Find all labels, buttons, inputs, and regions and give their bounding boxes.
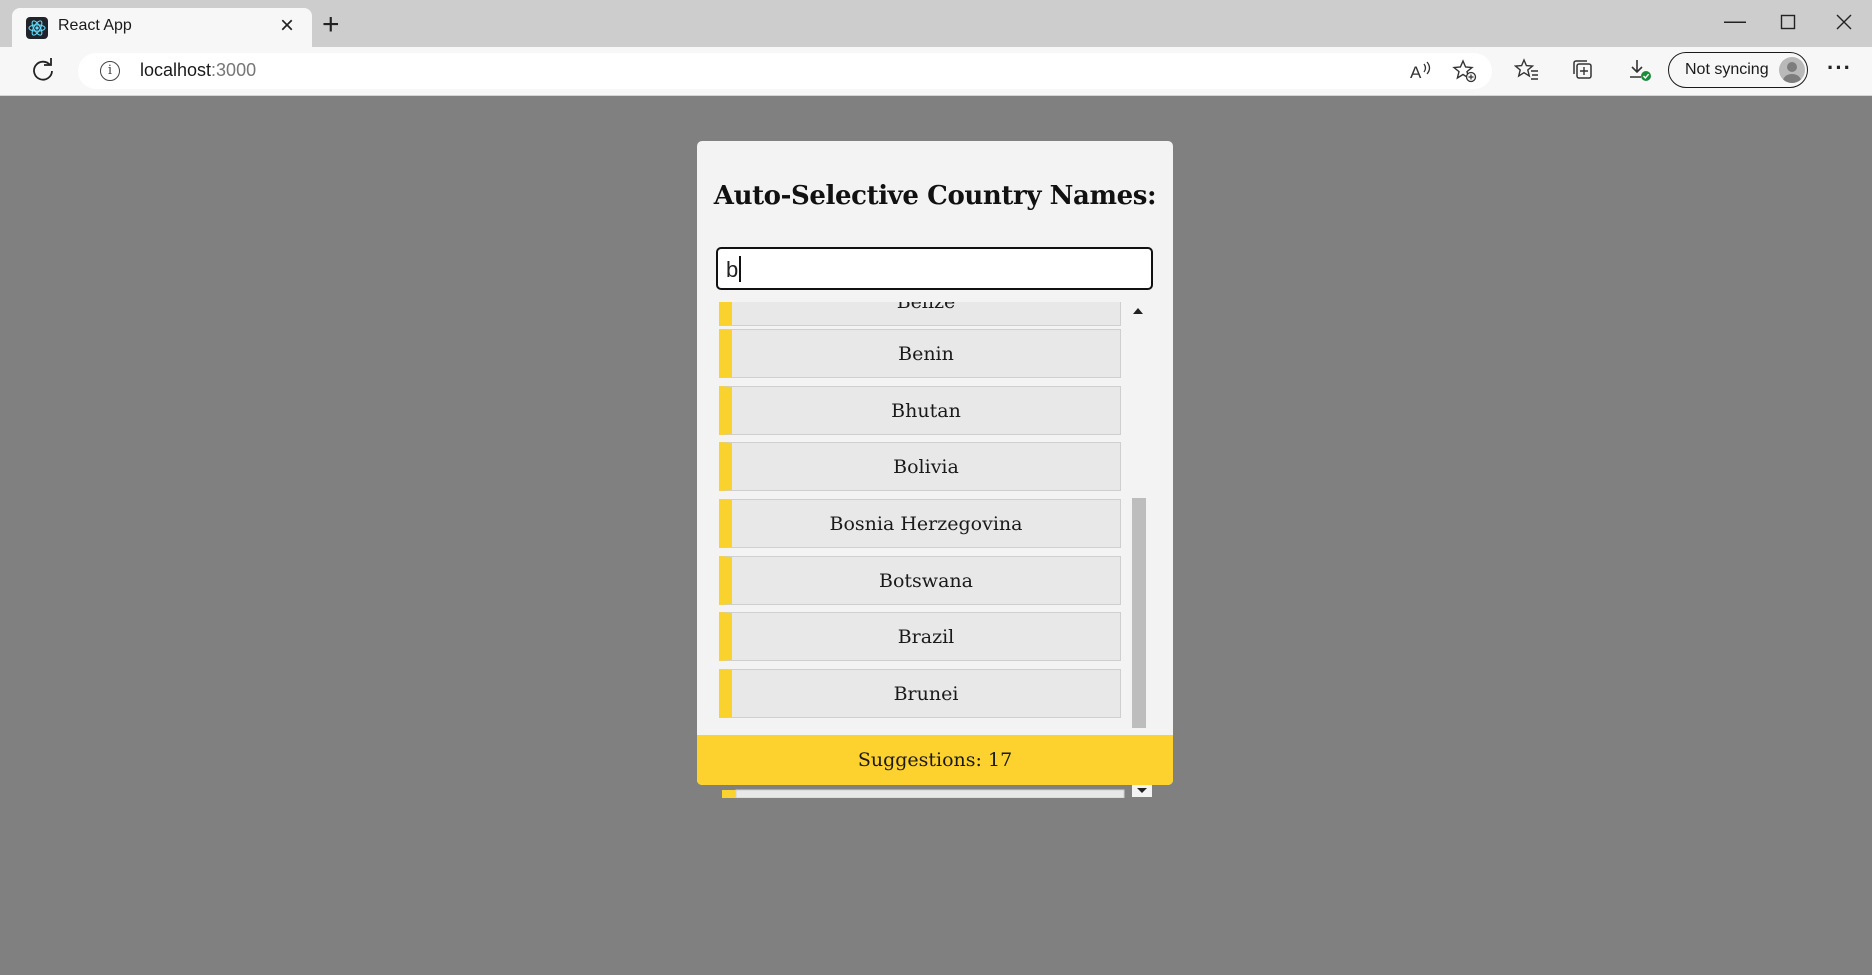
text-caret xyxy=(739,256,741,282)
suggestion-item[interactable]: Belize xyxy=(719,302,1121,326)
autocomplete-card: Auto-Selective Country Names: b Belize B… xyxy=(697,141,1173,785)
list-scrollbar[interactable] xyxy=(1129,302,1147,733)
browser-tab[interactable]: React App × xyxy=(12,8,312,47)
tab-title: React App xyxy=(58,17,132,34)
read-aloud-icon[interactable]: A xyxy=(1408,58,1434,84)
svg-text:A: A xyxy=(1410,63,1422,82)
maximize-icon[interactable] xyxy=(1780,6,1796,38)
close-window-icon[interactable] xyxy=(1836,6,1852,38)
page-title: Auto-Selective Country Names: xyxy=(713,181,1157,211)
favorites-icon[interactable] xyxy=(1514,57,1540,83)
suggestion-item[interactable]: Brunei xyxy=(719,669,1121,718)
suggestion-item[interactable]: Bhutan xyxy=(719,386,1121,435)
reload-icon[interactable] xyxy=(30,57,56,83)
suggestion-count-bar: Suggestions: 17 xyxy=(697,735,1173,785)
tab-strip: React App × + — xyxy=(0,0,1872,47)
add-favorite-icon[interactable] xyxy=(1452,58,1478,84)
list-overflow-peek xyxy=(722,789,1125,798)
react-logo-icon xyxy=(26,17,48,39)
suggestion-list[interactable]: Belize Benin Bhutan Bolivia Bosnia Herze… xyxy=(717,302,1155,733)
browser-toolbar: i localhost:3000 A Not syncing ··· xyxy=(0,47,1872,96)
suggestion-item[interactable]: Benin xyxy=(719,329,1121,378)
scroll-down-icon[interactable] xyxy=(1132,785,1152,797)
url-text[interactable]: localhost:3000 xyxy=(140,60,256,81)
scroll-up-icon[interactable] xyxy=(1133,308,1143,314)
more-options-icon[interactable]: ··· xyxy=(1827,55,1852,81)
suggestion-item[interactable]: Bolivia xyxy=(719,442,1121,491)
address-bar[interactable]: i localhost:3000 A xyxy=(78,53,1492,89)
avatar-icon xyxy=(1779,57,1805,83)
suggestion-item[interactable]: Brazil xyxy=(719,612,1121,661)
minimize-icon[interactable]: — xyxy=(1724,6,1746,36)
downloads-icon[interactable] xyxy=(1626,57,1652,83)
suggestion-item[interactable]: Botswana xyxy=(719,556,1121,605)
scrollbar-thumb[interactable] xyxy=(1132,498,1146,728)
collections-icon[interactable] xyxy=(1570,57,1596,83)
new-tab-button[interactable]: + xyxy=(322,8,340,42)
close-tab-icon[interactable]: × xyxy=(280,14,294,38)
info-icon[interactable]: i xyxy=(100,61,120,81)
sync-status-label: Not syncing xyxy=(1685,61,1769,78)
suggestion-item[interactable]: Bosnia Herzegovina xyxy=(719,499,1121,548)
country-search-input[interactable]: b xyxy=(716,247,1153,290)
profile-sync-button[interactable]: Not syncing xyxy=(1668,52,1808,88)
